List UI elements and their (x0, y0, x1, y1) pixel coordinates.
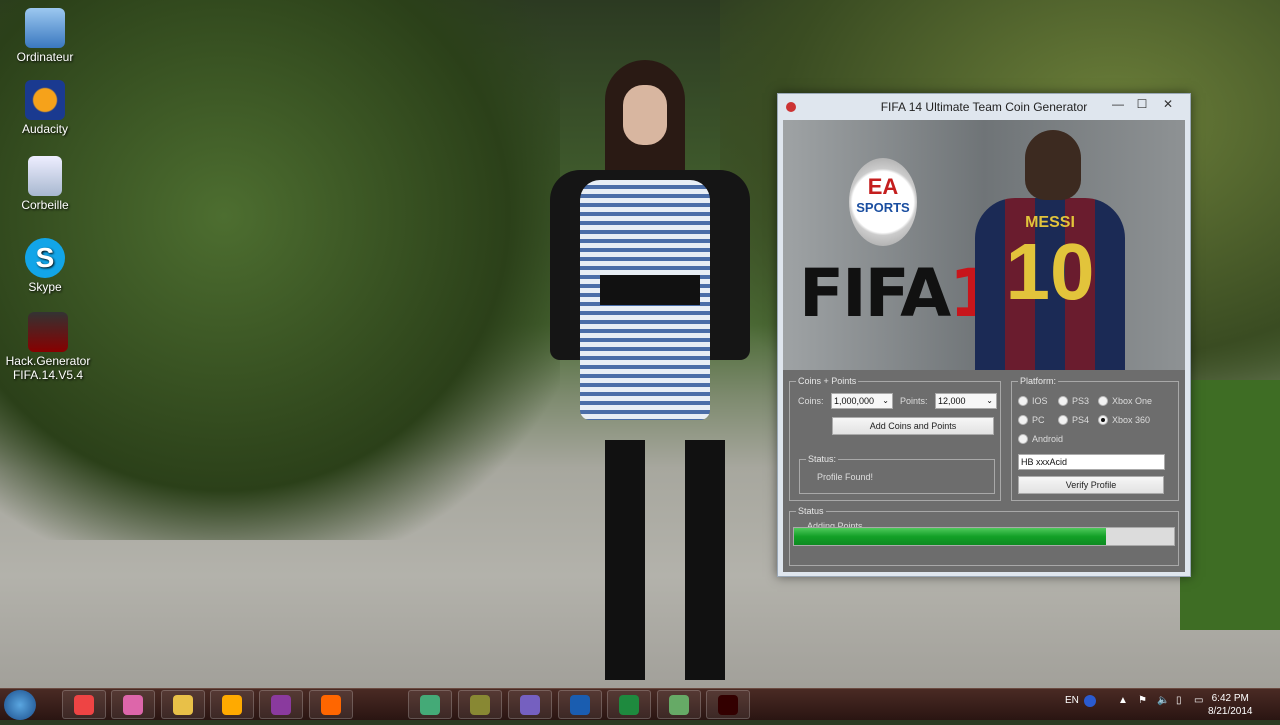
points-select[interactable]: 12,000 ⌄ (935, 393, 997, 409)
coins-points-group: Coins + Points Coins: 1,000,000 ⌄ Points:… (789, 376, 1001, 501)
radio-xbox-one[interactable]: Xbox One (1098, 396, 1152, 406)
taskbar-onenote[interactable] (259, 690, 303, 719)
app-icon (786, 102, 796, 112)
taskbar-app[interactable] (408, 690, 452, 719)
skype-icon: S (25, 238, 65, 278)
taskbar-messenger[interactable] (111, 690, 155, 719)
taskbar-chrome[interactable] (62, 690, 106, 719)
network-icon[interactable]: ▭ (1194, 695, 1203, 706)
ea-sports-logo: EA SPORTS (849, 158, 917, 246)
wallpaper-person (545, 60, 755, 690)
taskbar: EN ▲ ⚑ 🔈 ▯ ▭ 6:42 PM 8/21/2014 (0, 688, 1280, 720)
fifa14-icon (28, 312, 68, 352)
app-icon (420, 695, 440, 715)
maximize-button[interactable]: ☐ (1130, 96, 1154, 112)
fifa14-icon (718, 695, 738, 715)
desktop-icon-audacity[interactable]: Audacity (5, 80, 85, 136)
verify-profile-button[interactable]: Verify Profile (1018, 476, 1164, 494)
taskbar-vb[interactable] (558, 690, 602, 719)
language-indicator[interactable]: EN (1065, 695, 1079, 706)
winamp-icon (222, 695, 242, 715)
taskbar-excel[interactable] (607, 690, 651, 719)
profile-status-text: Profile Found! (817, 472, 874, 482)
desktop-icon-recycle-bin[interactable]: Corbeille (5, 156, 85, 212)
recycle-bin-icon (28, 156, 62, 196)
platform-group: Platform: IOS PS3 Xbox One PC PS4 Xbox 3… (1011, 376, 1179, 501)
radio-ps3[interactable]: PS3 (1058, 396, 1089, 406)
app2-icon (470, 695, 490, 715)
radio-pc[interactable]: PC (1018, 415, 1045, 425)
desktop-icon-fifa-hack[interactable]: Hack.Generator FIFA.14.V5.4 (0, 312, 96, 382)
firefox-icon (321, 695, 341, 715)
radio-android[interactable]: Android (1018, 434, 1063, 444)
desktop-icon-computer[interactable]: Ordinateur (5, 8, 85, 64)
taskbar-file-explorer[interactable] (161, 690, 205, 719)
file-explorer-icon (173, 695, 193, 715)
excel-icon (619, 695, 639, 715)
window-title: FIFA 14 Ultimate Team Coin Generator (880, 100, 1088, 114)
computer-icon (25, 8, 65, 48)
vb-icon (570, 695, 590, 715)
chevron-down-icon: ⌄ (986, 396, 993, 405)
uplay-icon (520, 695, 540, 715)
taskbar-winamp[interactable] (210, 690, 254, 719)
progress-bar (793, 527, 1175, 546)
generator-window: FIFA 14 Ultimate Team Coin Generator — ☐… (777, 93, 1191, 577)
taskbar-uplay[interactable] (508, 690, 552, 719)
chevron-down-icon: ⌄ (882, 396, 889, 405)
taskbar-app2[interactable] (458, 690, 502, 719)
desktop-icon-skype[interactable]: S Skype (5, 238, 85, 294)
add-coins-points-button[interactable]: Add Coins and Points (832, 417, 994, 435)
action-center-flag-icon[interactable]: ⚑ (1138, 695, 1147, 706)
window-client: EASPORTS FIFA14 MESSI10 Coins + Points C… (783, 120, 1185, 572)
audacity-icon (25, 80, 65, 120)
chrome-icon (74, 695, 94, 715)
coins-select[interactable]: 1,000,000 ⌄ (831, 393, 893, 409)
radio-ps4[interactable]: PS4 (1058, 415, 1089, 425)
volume-icon[interactable]: 🔈 (1157, 695, 1169, 706)
radio-ios[interactable]: IOS (1018, 396, 1048, 406)
radio-xbox-360[interactable]: Xbox 360 (1098, 415, 1150, 425)
username-input[interactable]: HB xxxAcid (1018, 454, 1165, 470)
help-icon[interactable] (1084, 695, 1096, 707)
progress-fill (794, 528, 1106, 545)
taskbar-firefox[interactable] (309, 690, 353, 719)
messi-image: MESSI 10 (975, 130, 1125, 370)
minimize-button[interactable]: — (1106, 96, 1130, 112)
profile-status-group: Status: Profile Found! (799, 454, 995, 494)
close-button[interactable]: ✕ (1156, 96, 1180, 112)
app3-icon (669, 695, 689, 715)
messenger-icon (123, 695, 143, 715)
onenote-icon (271, 695, 291, 715)
taskbar-app3[interactable] (657, 690, 701, 719)
title-bar[interactable]: FIFA 14 Ultimate Team Coin Generator — ☐… (778, 94, 1190, 120)
clock[interactable]: 6:42 PM 8/21/2014 (1208, 692, 1253, 718)
show-hidden-icons[interactable]: ▲ (1118, 695, 1128, 706)
start-button[interactable] (4, 690, 36, 720)
power-icon[interactable]: ▯ (1176, 695, 1182, 706)
wallpaper-grass (1180, 380, 1280, 630)
fifa-banner: EASPORTS FIFA14 MESSI10 (783, 120, 1185, 370)
taskbar-fifa14[interactable] (706, 690, 750, 719)
